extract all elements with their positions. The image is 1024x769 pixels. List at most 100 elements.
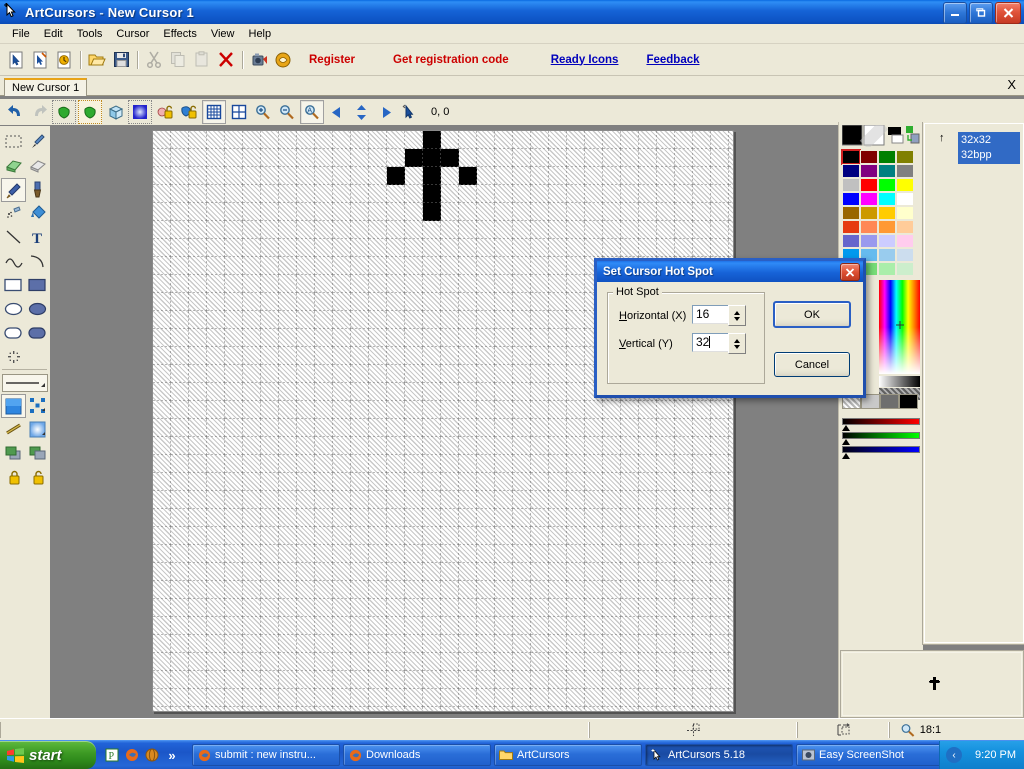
horizontal-x-spin-down-icon[interactable] [734, 316, 740, 321]
color-swatch[interactable] [842, 206, 860, 220]
color-swatch[interactable] [842, 220, 860, 234]
sprite-pixel[interactable] [423, 149, 441, 167]
color-swatch[interactable] [896, 178, 914, 192]
color-swatch[interactable] [842, 164, 860, 178]
lock-style-1[interactable] [3, 466, 26, 488]
frames-panel[interactable]: ↑ 32x32 32bpp [922, 122, 1024, 645]
color-swatch[interactable] [841, 149, 861, 165]
color-swatch[interactable] [878, 164, 896, 178]
pattern-swatch[interactable] [880, 394, 899, 409]
horizontal-x-spin-up-icon[interactable] [734, 310, 740, 315]
shadow-style-2[interactable] [26, 442, 49, 464]
tray-clock[interactable]: 9:20 PM [975, 749, 1016, 761]
frame-item-32x32[interactable]: 32x32 32bpp [958, 132, 1020, 164]
color-swatch[interactable] [896, 220, 914, 234]
nudge-vertical-icon[interactable] [350, 101, 372, 123]
color-swatch[interactable] [842, 192, 860, 206]
feedback-link[interactable]: Feedback [646, 54, 699, 66]
vertical-y-spin-down-icon[interactable] [734, 344, 740, 349]
vertical-y-spin-up-icon[interactable] [734, 338, 740, 343]
color-swatch[interactable] [896, 206, 914, 220]
menu-help[interactable]: Help [242, 26, 279, 42]
eraser-tool[interactable] [26, 154, 49, 176]
task-submit-new-instru[interactable]: submit : new instru... [192, 744, 340, 766]
glow-icon[interactable] [128, 100, 152, 124]
color-swatch[interactable] [878, 220, 896, 234]
maximize-restore-button[interactable] [969, 2, 993, 24]
brush-tool[interactable] [26, 178, 49, 200]
task-downloads[interactable]: Downloads [343, 744, 491, 766]
rectangle-outline-tool[interactable] [2, 274, 25, 296]
minimize-button[interactable] [943, 2, 967, 24]
zoom-in-icon[interactable] [252, 101, 274, 123]
cancel-button[interactable]: Cancel [774, 352, 850, 377]
coarse-grid-icon[interactable] [228, 101, 250, 123]
close-button[interactable] [995, 2, 1021, 24]
task-artcursors-app[interactable]: ArtCursors 5.18 [645, 744, 793, 766]
capture-icon[interactable] [248, 49, 270, 71]
menu-edit[interactable]: Edit [37, 26, 70, 42]
undo-icon[interactable] [4, 101, 26, 123]
menu-file[interactable]: File [5, 26, 37, 42]
lock-style-2[interactable] [27, 466, 50, 488]
green-slider[interactable] [842, 432, 920, 445]
color-swatch[interactable] [860, 178, 878, 192]
line-width-selector[interactable] [2, 374, 48, 392]
zoom-actual-icon[interactable]: A [300, 100, 324, 124]
nudge-right-icon[interactable] [374, 101, 396, 123]
rectangle-filled-tool[interactable] [26, 274, 49, 296]
opaque-green-icon[interactable] [78, 100, 102, 124]
color-swatch[interactable] [860, 150, 878, 164]
fill-tool[interactable] [26, 202, 49, 224]
ellipse-filled-tool[interactable] [26, 298, 49, 320]
cursor-canvas[interactable] [152, 130, 734, 712]
task-artcursors-folder[interactable]: ArtCursors [494, 744, 642, 766]
start-button[interactable]: start [0, 741, 96, 769]
color-swatch[interactable] [896, 192, 914, 206]
sprite-pixel[interactable] [441, 149, 459, 167]
cube-icon[interactable] [104, 101, 126, 123]
color-spectrum-picker[interactable] [879, 280, 920, 374]
redo-icon[interactable] [28, 101, 50, 123]
blue-slider[interactable] [842, 446, 920, 459]
eraser-block-tool[interactable] [2, 154, 25, 176]
copy-icon[interactable] [167, 49, 189, 71]
color-swatch[interactable] [860, 206, 878, 220]
register-link[interactable]: Register [309, 54, 355, 66]
color-swatch[interactable] [842, 234, 860, 248]
delete-icon[interactable] [215, 49, 237, 71]
color-swatch[interactable] [878, 262, 896, 276]
color-swatch[interactable] [878, 192, 896, 206]
save-icon[interactable] [110, 49, 132, 71]
freehand-curve-tool[interactable] [2, 250, 25, 272]
color-swatch[interactable] [878, 150, 896, 164]
ql-firefox-icon[interactable] [124, 747, 140, 763]
pattern-swatch[interactable] [899, 394, 918, 409]
color-swatch[interactable] [860, 234, 878, 248]
task-easy-screenshot[interactable]: Easy ScreenShot [796, 744, 944, 766]
color-swatch[interactable] [878, 178, 896, 192]
unlock-color-icon[interactable] [154, 101, 176, 123]
color-swatch[interactable] [878, 234, 896, 248]
airbrush-tool[interactable] [2, 202, 25, 224]
ql-overflow-icon[interactable]: » [164, 747, 180, 763]
color-swatch[interactable] [896, 164, 914, 178]
gray-ramp[interactable] [879, 376, 920, 387]
library-icon[interactable] [272, 49, 294, 71]
new-from-image-icon[interactable] [29, 49, 51, 71]
text-tool[interactable]: T [26, 226, 49, 248]
pattern-fill-style[interactable] [26, 394, 49, 416]
color-swatch[interactable] [896, 262, 914, 276]
color-swatch[interactable] [842, 178, 860, 192]
sprite-pixel[interactable] [423, 131, 441, 149]
color-swatch[interactable] [878, 206, 896, 220]
color-swatch[interactable] [860, 220, 878, 234]
gradient-line-style[interactable] [2, 418, 25, 440]
sprite-pixel[interactable] [423, 167, 441, 185]
new-cursor-icon[interactable] [5, 49, 27, 71]
ellipse-outline-tool[interactable] [2, 298, 25, 320]
ok-button[interactable]: OK [773, 301, 851, 328]
select-rect-tool[interactable] [2, 130, 25, 152]
menu-view[interactable]: View [204, 26, 242, 42]
sprite-pixel[interactable] [387, 167, 405, 185]
